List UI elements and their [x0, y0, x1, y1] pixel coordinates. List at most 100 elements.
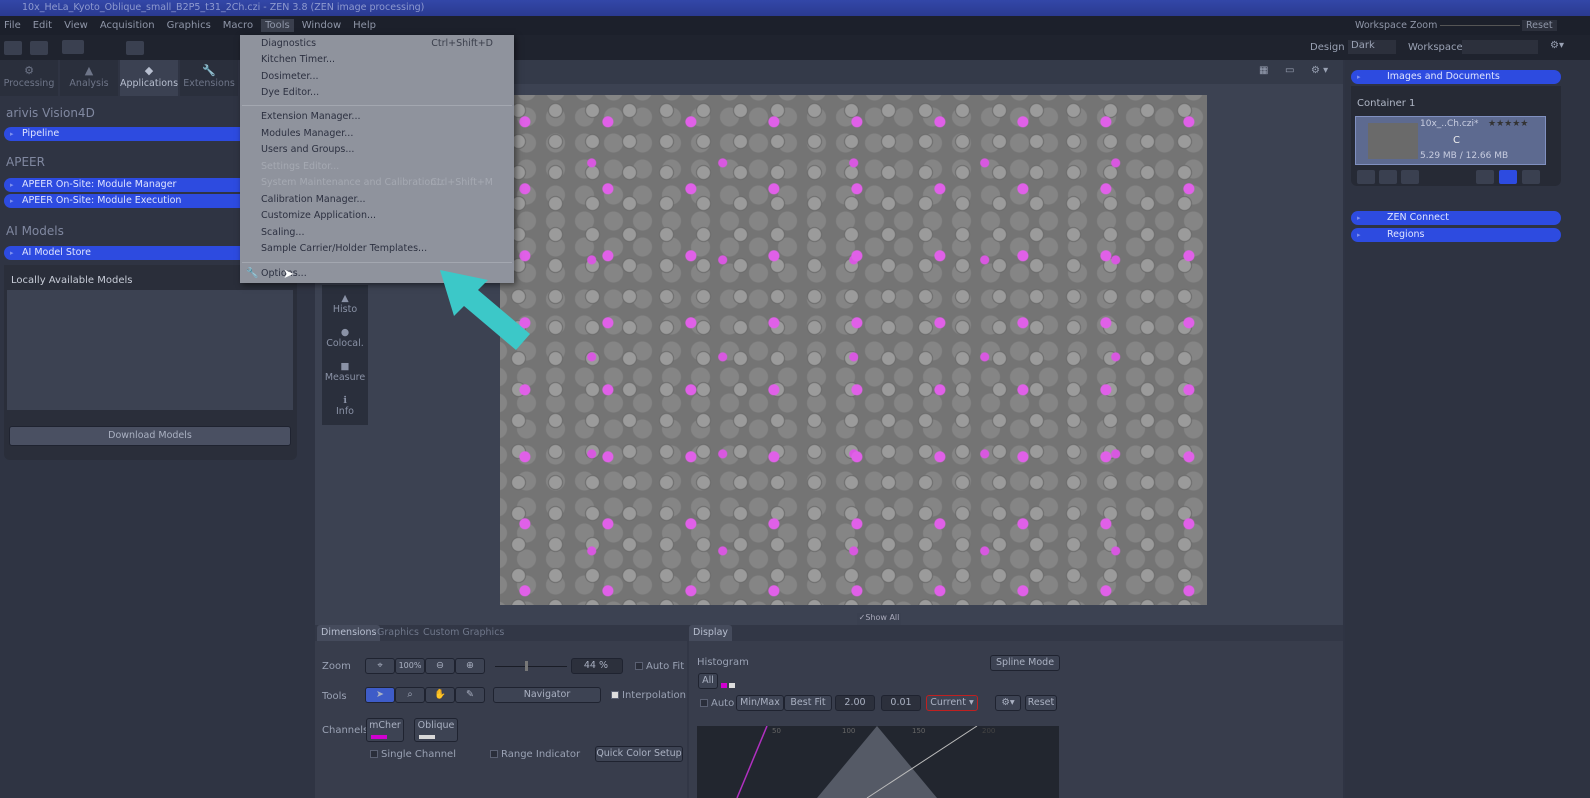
- current-dropdown[interactable]: Current ▾: [926, 695, 978, 711]
- zen-connect-header[interactable]: ZEN Connect: [1351, 211, 1561, 225]
- side-tool-info[interactable]: ℹ Info: [322, 391, 368, 425]
- measure-icon: ■: [340, 361, 350, 372]
- range-indicator-checkbox[interactable]: Range Indicator: [490, 749, 580, 760]
- tick-label: 50: [772, 727, 781, 735]
- menu-window[interactable]: Window: [302, 20, 341, 31]
- quick-color-setup-button[interactable]: Quick Color Setup: [595, 746, 683, 762]
- menu-item-scaling[interactable]: Scaling...: [261, 227, 511, 238]
- menu-item-sample-carrier-templates[interactable]: Sample Carrier/Holder Templates...: [261, 243, 511, 254]
- menu-acquisition[interactable]: Acquisition: [100, 20, 155, 31]
- reset-button[interactable]: Reset: [1025, 695, 1057, 711]
- all-channels-button[interactable]: All: [698, 673, 718, 689]
- spline-mode-button[interactable]: Spline Mode: [990, 655, 1060, 671]
- auto-checkbox[interactable]: Auto: [700, 698, 734, 709]
- menu-help[interactable]: Help: [353, 20, 376, 31]
- display-icon[interactable]: [62, 40, 84, 54]
- zoom-fit-button[interactable]: ⌖: [365, 658, 395, 674]
- navigator-button[interactable]: Navigator: [493, 687, 601, 703]
- tick-label: 100: [842, 727, 856, 735]
- applications-icon: ◆: [144, 64, 154, 77]
- thumbnail-view-icon[interactable]: [1499, 170, 1517, 184]
- show-all-button[interactable]: ✓Show All: [857, 613, 901, 625]
- channel-oblique-button[interactable]: Oblique: [414, 718, 458, 742]
- images-and-documents-header[interactable]: Images and Documents: [1351, 70, 1561, 84]
- mouse-cursor-icon: ➤: [283, 267, 294, 282]
- channel-swatch-oblique[interactable]: [729, 683, 735, 688]
- microscopy-image[interactable]: [500, 95, 1207, 605]
- models-list[interactable]: [7, 290, 293, 410]
- regions-header[interactable]: Regions: [1351, 228, 1561, 242]
- split-view-icon[interactable]: ▭: [1285, 65, 1294, 76]
- workspace-zoom-slider[interactable]: [1440, 25, 1520, 26]
- menu-item-modules-manager[interactable]: Modules Manager...: [261, 128, 511, 139]
- close-icon[interactable]: [1401, 170, 1419, 184]
- tab-dimensions[interactable]: Dimensions: [317, 625, 381, 641]
- save-icon[interactable]: [30, 41, 48, 55]
- menu-edit[interactable]: Edit: [33, 20, 52, 31]
- channel-swatch-mcherry[interactable]: [721, 683, 727, 688]
- menu-macro[interactable]: Macro: [223, 20, 253, 31]
- zoom-value-input[interactable]: 44 %: [571, 658, 623, 674]
- gamma-input[interactable]: 2.00: [835, 695, 875, 711]
- menu-item-calibration-manager[interactable]: Calibration Manager...: [261, 194, 511, 205]
- menu-graphics[interactable]: Graphics: [167, 20, 211, 31]
- tab-custom-graphics[interactable]: Custom Graphics: [419, 625, 508, 641]
- channel-mcherry-button[interactable]: mCher: [366, 718, 404, 742]
- settings-dropdown[interactable]: ⚙▾: [995, 695, 1021, 711]
- tab-applications[interactable]: ◆ Applications: [120, 60, 178, 96]
- menu-separator: [242, 262, 512, 263]
- menu-view[interactable]: View: [64, 20, 88, 31]
- design-select[interactable]: Dark: [1348, 40, 1396, 54]
- single-channel-checkbox[interactable]: Single Channel: [370, 749, 456, 760]
- side-tool-measure[interactable]: ■ Measure: [322, 357, 368, 391]
- grid-view-icon[interactable]: ▦: [1259, 65, 1268, 76]
- zoom-slider[interactable]: [495, 661, 567, 671]
- tab-display[interactable]: Display: [689, 625, 733, 641]
- compact-view-icon[interactable]: [1522, 170, 1540, 184]
- pointer-tool-button[interactable]: ➤: [365, 687, 395, 703]
- zoom-out-button[interactable]: ⊖: [425, 658, 455, 674]
- annotation-arrow-icon: [440, 270, 530, 350]
- menu-item-dye-editor[interactable]: Dye Editor...: [261, 87, 511, 98]
- side-tool-histo[interactable]: ▲ Histo: [322, 289, 368, 323]
- tools-label: Tools: [322, 691, 347, 702]
- zoom-region-tool-button[interactable]: ⌕: [395, 687, 425, 703]
- min-max-button[interactable]: Min/Max: [736, 695, 784, 711]
- gear-icon[interactable]: ⚙▾: [1550, 40, 1564, 51]
- save-doc-icon[interactable]: [1357, 170, 1375, 184]
- menu-tools[interactable]: Tools: [261, 19, 294, 32]
- value-input[interactable]: 0.01: [881, 695, 921, 711]
- open-icon[interactable]: [4, 41, 22, 55]
- auto-fit-checkbox[interactable]: Auto Fit: [635, 661, 684, 672]
- interpolation-checkbox[interactable]: Interpolation: [611, 690, 686, 701]
- tab-analysis[interactable]: ▲ Analysis: [60, 60, 118, 96]
- tab-extensions[interactable]: 🔧 Extensions: [180, 60, 238, 96]
- export-icon[interactable]: [1379, 170, 1397, 184]
- wrench-icon: 🔧: [202, 64, 216, 77]
- menu-item-diagnostics[interactable]: Diagnostics Ctrl+Shift+D: [261, 38, 511, 49]
- ai-model-store-panel: Locally Available Models Download Models: [4, 265, 297, 460]
- list-view-icon[interactable]: [1476, 170, 1494, 184]
- menu-item-kitchen-timer[interactable]: Kitchen Timer...: [261, 54, 511, 65]
- pipette-tool-button[interactable]: ✎: [455, 687, 485, 703]
- tab-graphics[interactable]: Graphics: [373, 625, 423, 641]
- pan-tool-button[interactable]: ✋: [425, 687, 455, 703]
- menu-file[interactable]: File: [4, 20, 21, 31]
- workspace-select[interactable]: [1462, 40, 1538, 54]
- menu-item-dosimeter[interactable]: Dosimeter...: [261, 71, 511, 82]
- tab-processing[interactable]: ⚙ Processing: [0, 60, 58, 96]
- menu-item-users-and-groups[interactable]: Users and Groups...: [261, 144, 511, 155]
- zoom-in-button[interactable]: ⊕: [455, 658, 485, 674]
- zoom-100-button[interactable]: 100%: [395, 658, 425, 674]
- best-fit-button[interactable]: Best Fit: [784, 695, 832, 711]
- new-window-icon[interactable]: [126, 41, 144, 55]
- workspace-zoom-reset[interactable]: Reset: [1522, 20, 1557, 31]
- side-tool-colocal[interactable]: ● Colocal.: [322, 323, 368, 357]
- download-models-button[interactable]: Download Models: [9, 426, 291, 446]
- histogram-chart[interactable]: 50 100 150 200: [697, 726, 1059, 798]
- gear-icon[interactable]: ⚙ ▾: [1311, 65, 1328, 76]
- menu-item-customize-application[interactable]: Customize Application...: [261, 210, 511, 221]
- document-thumbnail-item[interactable]: 10x_..Ch.czi* ★★★★★ C 5.29 MB / 12.66 MB: [1355, 116, 1546, 165]
- menu-item-extension-manager[interactable]: Extension Manager...: [261, 111, 511, 122]
- rating-stars[interactable]: ★★★★★: [1488, 119, 1528, 129]
